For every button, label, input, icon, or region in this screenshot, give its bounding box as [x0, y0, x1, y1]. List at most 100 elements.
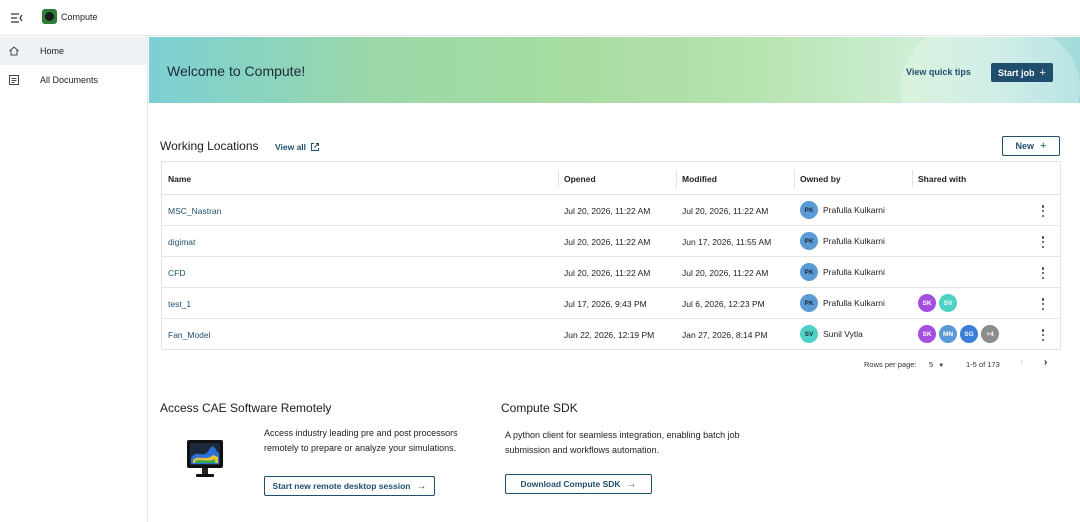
- table-body: MSC_Nastran Jul 20, 2026, 11:22 AM Jul 20,…: [162, 195, 1060, 350]
- sidebar-item-label: All Documents: [40, 75, 99, 85]
- location-name-link[interactable]: CFD: [168, 268, 185, 278]
- opened-date: Jun 22, 2026, 12:19 PM: [564, 330, 655, 340]
- opened-date: Jul 17, 2026, 9:43 PM: [564, 299, 647, 309]
- remote-desktop-illustration: [187, 440, 223, 477]
- shared-user-avatar[interactable]: SK: [918, 294, 936, 312]
- view-all-link[interactable]: View all: [275, 142, 320, 152]
- document-icon: [9, 75, 19, 85]
- owner-avatar: SV: [800, 325, 818, 343]
- shared-with-avatars: SK SV: [918, 294, 957, 312]
- modified-date: Jan 27, 2026, 8:14 PM: [682, 330, 768, 340]
- sdk-card-description: A python client for seamless integration…: [505, 430, 740, 455]
- column-header-name[interactable]: Name: [168, 174, 191, 184]
- modified-date: Jul 20, 2026, 11:22 AM: [682, 206, 769, 216]
- modified-date: Jun 17, 2026, 11:55 AM: [682, 237, 772, 247]
- owner-name: Prafulla Kulkarni: [823, 236, 885, 246]
- column-divider: [676, 170, 677, 187]
- start-job-button[interactable]: Start job +: [991, 63, 1053, 82]
- external-link-icon: [311, 143, 320, 151]
- shared-user-avatar[interactable]: SV: [939, 294, 957, 312]
- owner-avatar: PK: [800, 201, 818, 219]
- remote-card-description: Access industry leading pre and post pro…: [264, 428, 458, 453]
- owner-avatar: PK: [800, 294, 818, 312]
- owner-avatar: PK: [800, 232, 818, 250]
- view-quick-tips-link[interactable]: View quick tips: [906, 67, 971, 77]
- arrow-right-icon: →: [626, 478, 637, 490]
- sidebar-item-label: Home: [40, 46, 65, 56]
- table-header: Name Opened Modified Owned by Shared wit…: [162, 162, 1060, 195]
- table-row[interactable]: MSC_Nastran Jul 20, 2026, 11:22 AM Jul 20,…: [162, 195, 1060, 226]
- sidebar: Home All Documents: [0, 36, 148, 522]
- table-row[interactable]: test_1 Jul 17, 2026, 9:43 PM Jul 6, 2026, …: [162, 288, 1060, 319]
- row-actions-menu-icon[interactable]: [1039, 204, 1047, 218]
- row-actions-menu-icon[interactable]: [1039, 266, 1047, 280]
- location-name-link[interactable]: digimat: [168, 237, 195, 247]
- pagination-range: 1-5 of 173: [966, 360, 1000, 369]
- shared-user-avatar[interactable]: SG: [960, 325, 978, 343]
- start-remote-session-label: Start new remote desktop session: [272, 481, 411, 491]
- app-logo: [42, 9, 57, 24]
- column-divider: [912, 170, 913, 187]
- owner: SV Sunil Vytla: [800, 325, 863, 343]
- sidebar-item-home[interactable]: Home: [0, 37, 147, 65]
- modified-date: Jul 20, 2026, 11:22 AM: [682, 268, 769, 278]
- collapse-menu-icon[interactable]: [10, 11, 24, 25]
- start-remote-session-button[interactable]: Start new remote desktop session →: [264, 476, 435, 496]
- table-row[interactable]: Fan_Model Jun 22, 2026, 12:19 PM Jan 27, 2…: [162, 319, 1060, 350]
- column-header-shared-with[interactable]: Shared with: [918, 174, 966, 184]
- download-sdk-label: Download Compute SDK: [520, 479, 621, 489]
- row-actions-menu-icon[interactable]: [1039, 235, 1047, 249]
- owner: PK Prafulla Kulkarni: [800, 294, 885, 312]
- column-header-owned-by[interactable]: Owned by: [800, 174, 841, 184]
- rows-per-page-label: Rows per page:: [864, 360, 917, 369]
- plus-icon: +: [1039, 66, 1046, 79]
- working-locations-table: Name Opened Modified Owned by Shared wit…: [161, 161, 1061, 350]
- shared-with-avatars: SK MN SG +4: [918, 325, 999, 343]
- owner-name: Prafulla Kulkarni: [823, 267, 885, 277]
- owner-name: Prafulla Kulkarni: [823, 298, 885, 308]
- column-divider: [558, 170, 559, 187]
- new-location-button[interactable]: New +: [1002, 136, 1060, 156]
- location-name-link[interactable]: Fan_Model: [168, 330, 211, 340]
- column-header-opened[interactable]: Opened: [564, 174, 596, 184]
- sdk-card-title: Compute SDK: [501, 401, 578, 415]
- welcome-banner: Welcome to Compute! View quick tips Star…: [149, 37, 1080, 103]
- plus-icon: +: [1040, 140, 1047, 152]
- top-bar: Compute: [0, 0, 1080, 36]
- new-label: New: [1015, 141, 1035, 151]
- welcome-title: Welcome to Compute!: [167, 63, 306, 79]
- owner-name: Prafulla Kulkarni: [823, 205, 885, 215]
- location-name-link[interactable]: test_1: [168, 299, 191, 309]
- owner: PK Prafulla Kulkarni: [800, 232, 885, 250]
- opened-date: Jul 20, 2026, 11:22 AM: [564, 206, 651, 216]
- row-actions-menu-icon[interactable]: [1039, 328, 1047, 342]
- shared-user-avatar[interactable]: MN: [939, 325, 957, 343]
- start-job-label: Start job: [998, 67, 1035, 78]
- location-name-link[interactable]: MSC_Nastran: [168, 206, 221, 216]
- arrow-right-icon: →: [416, 480, 427, 492]
- home-icon: [9, 46, 19, 56]
- working-locations-title: Working Locations: [160, 139, 259, 153]
- download-sdk-button[interactable]: Download Compute SDK →: [505, 474, 652, 494]
- shared-user-avatar[interactable]: +4: [981, 325, 999, 343]
- rows-per-page-value: 5: [929, 360, 934, 369]
- previous-page-icon[interactable]: ‹: [1020, 357, 1023, 368]
- column-header-modified[interactable]: Modified: [682, 174, 717, 184]
- view-all-label: View all: [275, 142, 307, 152]
- shared-user-avatar[interactable]: SK: [918, 325, 936, 343]
- modified-date: Jul 6, 2026, 12:23 PM: [682, 299, 765, 309]
- sidebar-item-all-documents[interactable]: All Documents: [0, 66, 147, 94]
- caret-down-icon: ▼: [938, 363, 945, 369]
- column-divider: [794, 170, 795, 187]
- table-row[interactable]: digimat Jul 20, 2026, 11:22 AM Jun 17, 202…: [162, 226, 1060, 257]
- table-row[interactable]: CFD Jul 20, 2026, 11:22 AM Jul 20, 2026, 1…: [162, 257, 1060, 288]
- remote-card-title: Access CAE Software Remotely: [160, 401, 332, 415]
- rows-per-page-select[interactable]: 5 ▼: [929, 360, 944, 369]
- owner: PK Prafulla Kulkarni: [800, 201, 885, 219]
- app-title: Compute: [61, 12, 98, 22]
- next-page-icon[interactable]: ›: [1044, 357, 1047, 368]
- opened-date: Jul 20, 2026, 11:22 AM: [564, 268, 651, 278]
- owner-name: Sunil Vytla: [823, 329, 863, 339]
- owner-avatar: PK: [800, 263, 818, 281]
- row-actions-menu-icon[interactable]: [1039, 297, 1047, 311]
